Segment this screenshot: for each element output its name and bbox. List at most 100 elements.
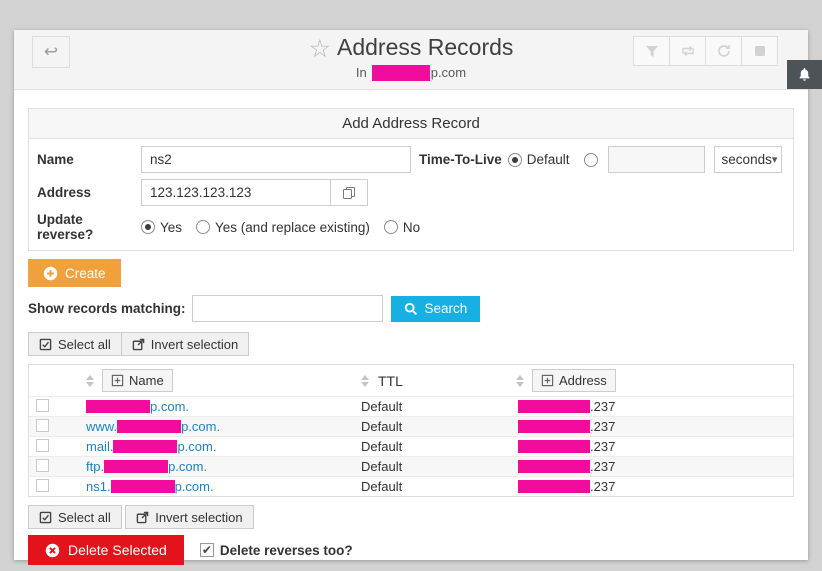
address-column-label: Address xyxy=(559,373,607,388)
delete-reverses-checkbox[interactable]: ✔ xyxy=(200,543,214,557)
page-title: Address Records xyxy=(337,34,513,60)
record-name-link[interactable]: ftp.p.com. xyxy=(86,459,207,474)
address-cell: .237 xyxy=(516,459,793,474)
redacted-name xyxy=(104,460,168,473)
sort-ttl-control[interactable] xyxy=(361,375,369,387)
copy-icon xyxy=(342,186,356,200)
favorite-star-icon[interactable]: ☆ xyxy=(309,35,331,63)
sort-name-control[interactable] xyxy=(86,375,94,387)
ttl-cell: Default xyxy=(361,479,516,494)
name-input[interactable] xyxy=(141,146,411,173)
redacted-name xyxy=(117,420,181,433)
caret-down-icon: ▾ xyxy=(772,153,778,166)
search-button[interactable]: Search xyxy=(391,296,481,322)
invert-selection-icon xyxy=(136,511,149,524)
address-column-button[interactable]: Address xyxy=(532,369,616,392)
address-input[interactable] xyxy=(141,179,331,206)
check-icon: ✔ xyxy=(202,543,212,557)
ttl-label: Time-To-Live xyxy=(419,152,502,167)
ttl-unit-value: seconds xyxy=(722,152,772,167)
panel-body: Add Address Record Name Time-To-Live Def… xyxy=(14,90,808,565)
row-checkbox[interactable] xyxy=(36,459,49,472)
selection-controls-bottom: Select all Invert selection xyxy=(28,505,794,529)
refresh-button[interactable] xyxy=(705,36,742,66)
search-label: Show records matching: xyxy=(28,301,186,316)
panel-header: ↩ ☆Address Records Inp.com xyxy=(14,30,808,90)
sort-address-control[interactable] xyxy=(516,375,524,387)
invert-selection-label: Invert selection xyxy=(155,510,242,525)
ttl-custom-radio[interactable] xyxy=(584,153,598,167)
redacted-address xyxy=(518,480,590,493)
record-name-link[interactable]: p.com. xyxy=(86,399,189,414)
invert-selection-icon xyxy=(132,338,145,351)
table-row: mail.p.com. Default .237 xyxy=(29,436,793,456)
squared-plus-icon xyxy=(541,374,554,387)
record-name-link[interactable]: mail.p.com. xyxy=(86,439,216,454)
delete-selected-label: Delete Selected xyxy=(68,542,167,558)
bell-icon xyxy=(797,67,812,82)
redacted-zone-name xyxy=(372,65,430,81)
table-header-row: Name TTL Address xyxy=(29,365,793,396)
search-input[interactable] xyxy=(192,295,383,322)
update-reverse-replace-label: Yes (and replace existing) xyxy=(215,220,370,235)
redacted-address xyxy=(518,400,590,413)
record-name-link[interactable]: ns1.p.com. xyxy=(86,479,214,494)
address-cell: .237 xyxy=(516,479,793,494)
add-record-form: Add Address Record Name Time-To-Live Def… xyxy=(28,108,794,251)
ttl-unit-select[interactable]: seconds ▾ xyxy=(714,146,782,173)
subtitle-suffix: p.com xyxy=(431,65,466,80)
create-button[interactable]: Create xyxy=(28,259,121,287)
ttl-cell: Default xyxy=(361,419,516,434)
redacted-address xyxy=(518,420,590,433)
address-records-panel: ↩ ☆Address Records Inp.com xyxy=(14,30,808,560)
delete-reverses-label: Delete reverses too? xyxy=(220,543,353,558)
ttl-cell: Default xyxy=(361,399,516,414)
row-checkbox[interactable] xyxy=(36,479,49,492)
form-title: Add Address Record xyxy=(29,109,793,139)
select-all-label: Select all xyxy=(58,337,111,352)
delete-selected-button[interactable]: Delete Selected xyxy=(28,535,184,565)
ttl-custom-input[interactable] xyxy=(608,146,705,173)
repeat-button[interactable] xyxy=(669,36,706,66)
update-reverse-yes-radio[interactable] xyxy=(141,220,155,234)
table-row: p.com. Default .237 xyxy=(29,396,793,416)
name-label: Name xyxy=(37,152,141,167)
create-button-label: Create xyxy=(65,266,106,281)
ttl-column-label: TTL xyxy=(378,373,403,389)
notifications-tab[interactable] xyxy=(787,60,822,89)
address-label: Address xyxy=(37,185,141,200)
table-row: ftp.p.com. Default .237 xyxy=(29,456,793,476)
stop-button[interactable] xyxy=(741,36,778,66)
row-checkbox[interactable] xyxy=(36,399,49,412)
row-checkbox[interactable] xyxy=(36,439,49,452)
address-cell: .237 xyxy=(516,399,793,414)
name-column-button[interactable]: Name xyxy=(102,369,173,392)
invert-selection-label: Invert selection xyxy=(151,337,238,352)
zone-subtitle: In p.com xyxy=(14,65,808,81)
redacted-address xyxy=(518,440,590,453)
invert-selection-button[interactable]: Invert selection xyxy=(121,332,249,356)
row-checkbox[interactable] xyxy=(36,419,49,432)
subtitle-prefix: In xyxy=(356,65,367,80)
address-row: Address xyxy=(37,179,785,206)
table-row: ns1.p.com. Default .237 xyxy=(29,476,793,496)
update-reverse-no-radio[interactable] xyxy=(384,220,398,234)
ttl-default-radio[interactable] xyxy=(508,153,522,167)
header-toolbar xyxy=(634,36,778,66)
selection-controls-top: Select all Invert selection xyxy=(28,332,249,356)
repeat-icon xyxy=(680,45,696,57)
search-row: Show records matching: Search xyxy=(28,295,794,322)
paste-address-button[interactable] xyxy=(330,179,368,206)
redacted-name xyxy=(111,480,175,493)
name-row: Name Time-To-Live Default seconds ▾ xyxy=(37,146,785,173)
invert-selection-button[interactable]: Invert selection xyxy=(125,505,253,529)
update-reverse-no-label: No xyxy=(403,220,420,235)
filter-button[interactable] xyxy=(633,36,670,66)
record-name-link[interactable]: www.p.com. xyxy=(86,419,220,434)
select-all-label: Select all xyxy=(58,510,111,525)
select-all-icon xyxy=(39,338,52,351)
update-reverse-replace-radio[interactable] xyxy=(196,220,210,234)
select-all-button[interactable]: Select all xyxy=(28,332,122,356)
search-button-label: Search xyxy=(425,301,468,316)
select-all-button[interactable]: Select all xyxy=(28,505,122,529)
